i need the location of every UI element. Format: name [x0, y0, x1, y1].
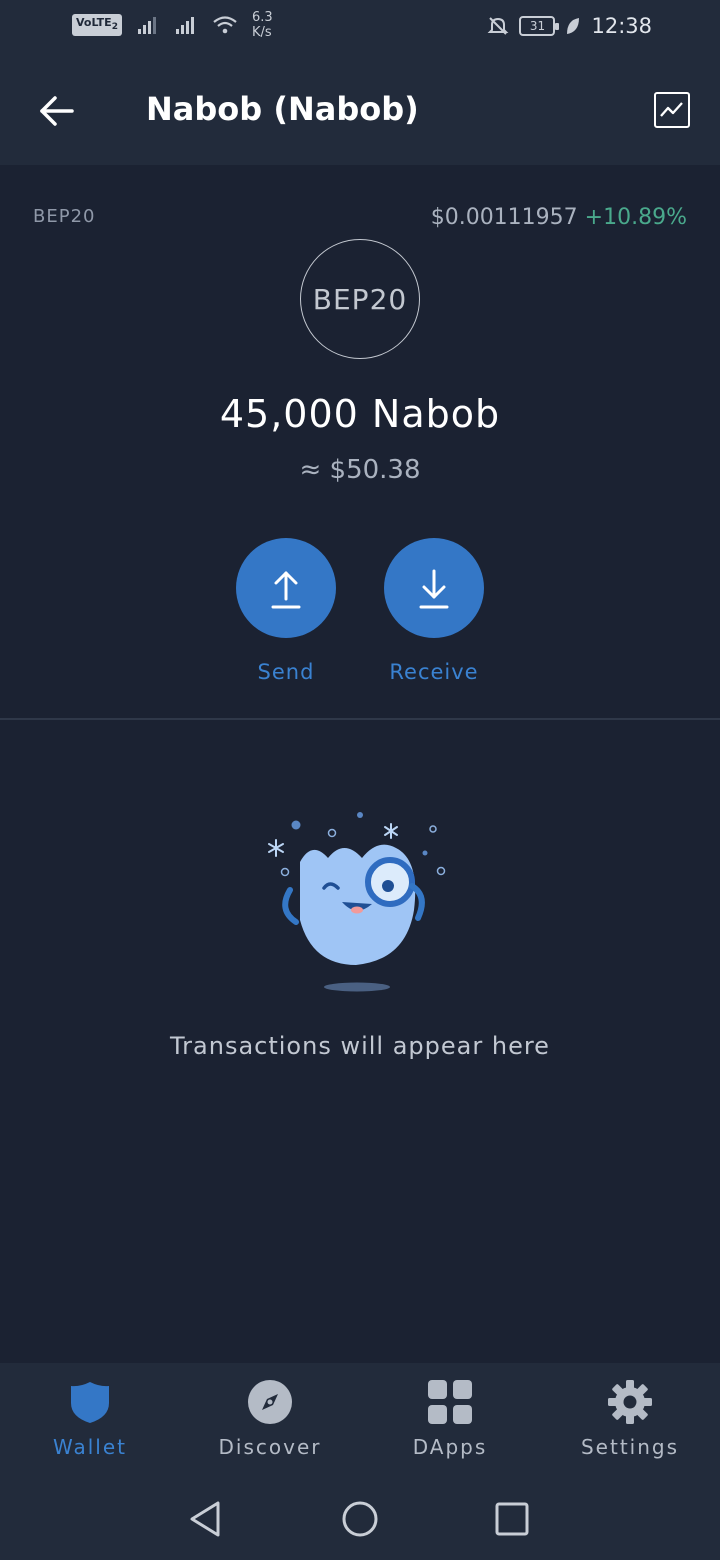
grid-icon	[428, 1380, 472, 1424]
page-title: Nabob (Nabob)	[146, 90, 419, 128]
nav-item-settings[interactable]: Settings	[540, 1379, 720, 1459]
fiat-value: ≈ $50.38	[299, 455, 421, 485]
status-left: VoLTE2 6.3 K/s	[72, 10, 273, 40]
triangle-back-icon	[190, 1501, 220, 1537]
receive-button[interactable]: Receive	[384, 538, 484, 684]
section-divider	[0, 718, 720, 720]
top-bar: VoLTE2 6.3 K/s 31 12:38 Nabob (Nabob)	[0, 0, 720, 165]
system-nav-bar	[0, 1473, 720, 1560]
compass-icon	[248, 1380, 292, 1424]
net-speed-unit: K/s	[251, 25, 272, 40]
empty-state-mascot	[268, 812, 446, 992]
chart-button[interactable]	[654, 92, 690, 128]
nav-item-discover[interactable]: Discover	[180, 1379, 360, 1459]
token-logo: BEP20	[300, 239, 420, 359]
net-speed-value: 6.3	[251, 10, 273, 25]
price-change: +10.89%	[584, 205, 687, 230]
send-circle[interactable]	[236, 538, 336, 638]
download-arrow-icon	[419, 569, 449, 609]
bell-off-icon	[488, 17, 509, 35]
status-right: 31 12:38	[487, 14, 652, 38]
leaf-icon	[567, 18, 580, 34]
send-button[interactable]: Send	[236, 538, 336, 684]
receive-circle[interactable]	[384, 538, 484, 638]
price-line: $0.00111957 +10.89%	[431, 205, 687, 230]
empty-state-message: Transactions will appear here	[170, 1032, 550, 1060]
nav-item-wallet[interactable]: Wallet	[0, 1379, 180, 1459]
square-recents-icon	[495, 1502, 529, 1536]
volte-indicator: VoLTE2	[72, 13, 122, 37]
nav-label-settings[interactable]: Settings	[540, 1435, 720, 1459]
clock: 12:38	[591, 14, 652, 38]
wifi-icon	[213, 16, 237, 34]
nav-label-discover[interactable]: Discover	[180, 1435, 360, 1459]
send-label[interactable]: Send	[236, 660, 336, 684]
arrow-left-icon	[40, 96, 74, 126]
bottom-nav: Wallet Discover DApps Settings	[0, 1363, 720, 1473]
receive-label[interactable]: Receive	[384, 660, 484, 684]
nav-item-dapps[interactable]: DApps	[360, 1379, 540, 1459]
signal-icon-2	[175, 17, 194, 34]
line-chart-icon	[660, 102, 683, 117]
nav-label-wallet[interactable]: Wallet	[0, 1435, 180, 1459]
status-bar: VoLTE2 6.3 K/s 31 12:38	[0, 0, 720, 60]
system-recents-button[interactable]	[492, 1499, 532, 1539]
system-home-button[interactable]	[340, 1499, 380, 1539]
volte-label: VoLTE	[76, 15, 112, 29]
nav-label-dapps[interactable]: DApps	[360, 1435, 540, 1459]
signal-icon	[137, 17, 156, 34]
shield-icon	[71, 1382, 109, 1423]
net-speed: 6.3 K/s	[252, 10, 273, 40]
gear-icon	[608, 1380, 652, 1424]
circle-home-icon	[342, 1501, 378, 1537]
token-balance: 45,000 Nabob	[219, 392, 501, 436]
system-back-button[interactable]	[186, 1499, 226, 1539]
volte-sim: 2	[111, 22, 118, 33]
back-button[interactable]	[34, 88, 80, 134]
battery-icon: 31	[519, 16, 560, 36]
token-price: $0.00111957	[430, 205, 578, 230]
upload-arrow-icon	[271, 571, 301, 609]
network-label: BEP20	[33, 206, 96, 227]
